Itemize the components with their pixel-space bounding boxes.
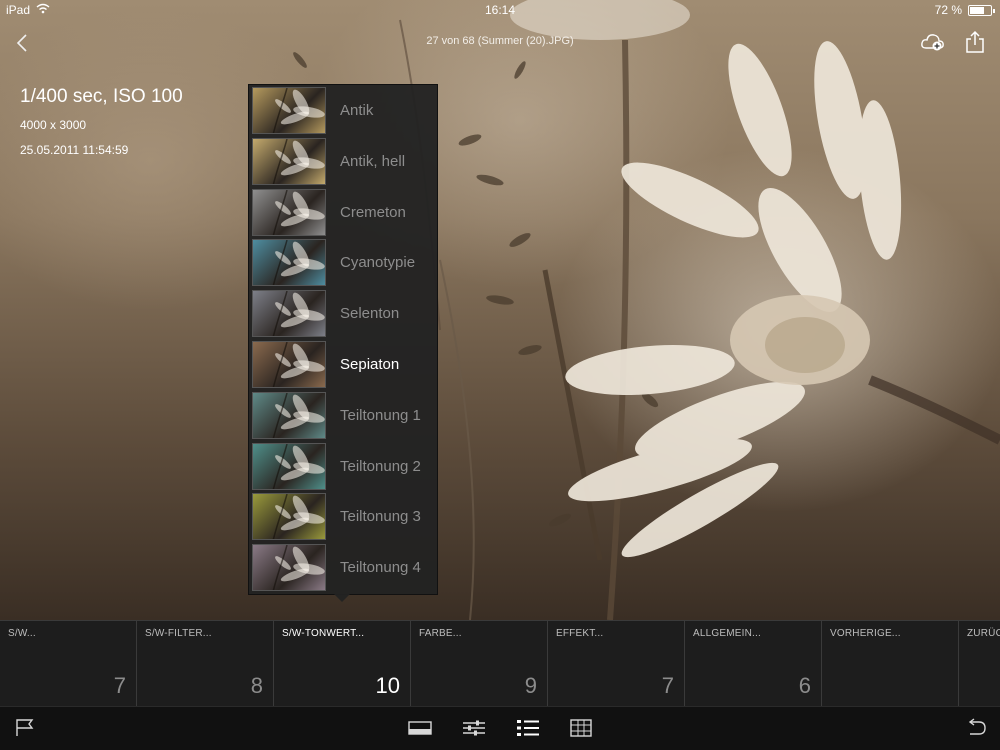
preset-item[interactable]: Cyanotypie [251,238,437,287]
clock: 16:14 [484,3,516,17]
category-name: ZURÜC [967,628,1000,639]
preset-category[interactable]: EFFEKT... 7 [548,621,685,706]
thumbnail-image [272,138,325,184]
file-title: 27 von 68 (Summer (20).JPG) [426,35,574,47]
thumbnail-image [272,240,325,286]
category-name: EFFEKT... [556,628,604,639]
status-bar: iPad 16:14 72 % [0,0,1000,20]
preset-item[interactable]: Selenton [251,289,437,338]
preset-label: Teiltonung 4 [340,559,421,577]
category-name: S/W... [8,628,36,639]
category-name: S/W-TONWERT... [282,628,365,639]
preset-label: Teiltonung 2 [340,457,421,475]
preset-thumbnail [252,87,326,134]
preset-label: Antik, hell [340,152,406,170]
preset-thumbnail [252,493,326,541]
category-count: 9 [524,673,537,698]
preset-category[interactable]: ZURÜC [959,621,1000,706]
category-count: 10 [375,673,400,698]
battery-percentage: 72 % [934,3,962,17]
capture-date: 25.05.2011 11:54:59 [20,143,129,157]
preset-category[interactable]: S/W-TONWERT... 10 [274,621,411,706]
category-count: 7 [113,673,126,698]
preset-category[interactable]: ALLGEMEIN... 6 [685,621,822,706]
preset-label: Selenton [340,305,400,323]
preset-thumbnail [252,290,326,338]
flag-icon[interactable] [14,718,38,738]
thumbnail-image [272,392,325,438]
category-count: 8 [250,673,263,698]
preset-item[interactable]: Teiltonung 3 [251,492,437,541]
preset-item[interactable]: Sepiaton [251,340,437,388]
preset-category[interactable]: S/W... 7 [0,621,137,706]
thumbnail-image [272,342,325,387]
grid-icon[interactable] [569,718,593,738]
image-dimensions: 4000 x 3000 [20,118,87,132]
category-count: 6 [798,673,811,698]
preset-item[interactable]: Teiltonung 4 [251,543,437,592]
preset-label: Cyanotypie [340,254,416,272]
preset-thumbnail [252,544,326,592]
preset-thumbnail [252,188,326,236]
presets-list-icon[interactable] [516,718,540,738]
thumbnail-image [272,545,325,591]
category-count: 7 [661,673,674,698]
category-name: FARBE... [419,628,462,639]
preset-thumbnail [252,239,326,287]
preset-popover: Antik Antik, hell Cremeton Cyanotypie Selent… [248,84,438,602]
thumbnail-image [272,443,325,489]
preset-label: Teiltonung 1 [340,406,421,424]
preset-category[interactable]: S/W-FILTER... 8 [137,621,274,706]
thumbnail-image [272,189,325,235]
thumbnail-image [272,88,325,133]
preset-label: Sepiaton [340,356,400,373]
crop-icon[interactable] [408,718,432,738]
preset-category[interactable]: FARBE... 9 [411,621,548,706]
adjustments-icon[interactable] [462,718,486,738]
preset-thumbnail [252,391,326,439]
preset-item[interactable]: Antik, hell [251,137,437,185]
photo-metadata: 1/400 sec, ISO 100 4000 x 3000 25.05.201… [20,86,183,157]
preset-category[interactable]: VORHERIGE... [822,621,959,706]
preset-label: Cremeton [340,203,406,221]
exposure-info: 1/400 sec, ISO 100 [20,86,183,107]
preset-item[interactable]: Teiltonung 1 [251,391,437,439]
preset-category-strip: S/W... 7 S/W-FILTER... 8 S/W-TONWERT... 10 FAR… [0,620,1000,706]
category-name: VORHERIGE... [830,628,901,639]
preset-item[interactable]: Antik [251,86,437,134]
preset-label: Teiltonung 3 [340,508,421,526]
thumbnail-image [272,494,325,540]
preset-thumbnail [252,442,326,490]
preset-item[interactable]: Cremeton [251,188,437,236]
preset-thumbnail [252,137,326,185]
battery-icon [968,4,995,16]
undo-icon[interactable] [964,718,988,738]
preset-item[interactable]: Teiltonung 2 [251,442,437,490]
share-icon[interactable] [964,30,988,54]
preset-label: Antik [340,102,374,119]
bottom-toolbar [0,706,1000,750]
preset-thumbnail [252,341,326,388]
cloud-add-icon[interactable] [920,30,944,54]
category-name: S/W-FILTER... [145,628,212,639]
category-name: ALLGEMEIN... [693,628,761,639]
thumbnail-image [272,291,325,337]
